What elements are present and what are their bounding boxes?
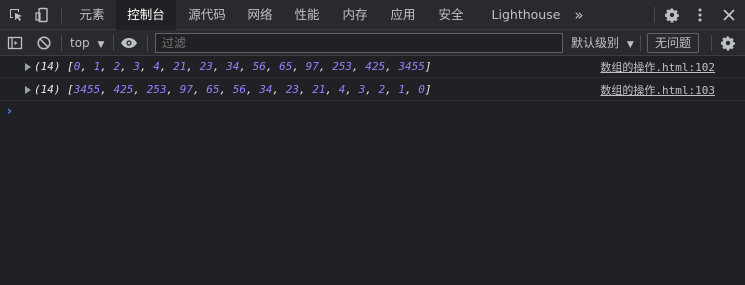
- tab-memory[interactable]: 内存: [333, 0, 377, 30]
- array-separator: ,: [385, 60, 399, 73]
- array-separator: ,: [365, 83, 379, 96]
- clear-console-icon[interactable]: [35, 34, 53, 52]
- array-length: (14): [34, 60, 68, 73]
- console-settings-gear-icon[interactable]: [719, 34, 737, 52]
- tab-performance[interactable]: 性能: [285, 0, 329, 30]
- array-separator: ,: [186, 60, 200, 73]
- close-icon[interactable]: [720, 6, 738, 24]
- array-separator: ,: [166, 83, 180, 96]
- array-bracket: [: [67, 60, 74, 73]
- array-value: 4: [153, 60, 160, 73]
- array-separator: ,: [325, 83, 339, 96]
- array-separator: ,: [345, 83, 359, 96]
- array-value: 56: [232, 83, 246, 96]
- array-separator: ,: [100, 60, 114, 73]
- settings-gear-icon[interactable]: [663, 6, 681, 24]
- array-separator: ,: [239, 60, 253, 73]
- array-separator: ,: [159, 60, 174, 73]
- chevron-down-icon: ▼: [626, 40, 634, 50]
- console-prompt-icon[interactable]: ›: [7, 104, 12, 118]
- more-options-icon[interactable]: [691, 6, 709, 24]
- array-bracket: ]: [424, 83, 432, 96]
- array-length: (14): [34, 83, 68, 96]
- tab-lighthouse[interactable]: Lighthouse: [486, 0, 566, 30]
- array-value: 3455: [398, 60, 425, 73]
- array-value: 23: [199, 60, 213, 73]
- array-value: 1: [398, 83, 405, 96]
- context-select[interactable]: top ▼: [70, 34, 104, 52]
- array-separator: ,: [133, 83, 147, 96]
- array-value: 34: [259, 83, 273, 96]
- array-bracket: ]: [424, 60, 432, 73]
- array-value: 23: [285, 83, 299, 96]
- live-expression-eye-icon[interactable]: [120, 34, 138, 52]
- expand-triangle-icon[interactable]: [25, 86, 31, 94]
- array-preview[interactable]: (14) [3455, 425, 253, 97, 65, 56, 34, 23…: [34, 83, 432, 96]
- array-value: 3: [133, 60, 140, 73]
- array-separator: ,: [246, 83, 260, 96]
- array-value: 425: [365, 60, 386, 73]
- array-separator: ,: [318, 60, 333, 73]
- array-separator: ,: [405, 83, 419, 96]
- array-separator: ,: [385, 83, 399, 96]
- array-separator: ,: [265, 60, 280, 73]
- array-separator: ,: [272, 83, 286, 96]
- array-value: 56: [252, 60, 266, 73]
- console-message: (14) [0, 1, 2, 3, 4, 21, 23, 34, 56, 65,…: [0, 56, 745, 78]
- source-link[interactable]: 数组的操作.html:103: [600, 82, 715, 98]
- expand-triangle-icon[interactable]: [25, 63, 31, 71]
- device-toolbar-icon[interactable]: [33, 6, 51, 24]
- array-separator: ,: [352, 60, 366, 73]
- array-value: 253: [332, 60, 352, 73]
- tab-network[interactable]: 网络: [238, 0, 282, 30]
- toolbar-divider: [61, 7, 62, 23]
- toolbar-divider: [61, 35, 62, 51]
- array-separator: ,: [193, 83, 207, 96]
- array-value: 425: [113, 83, 134, 96]
- array-value: 21: [312, 83, 326, 96]
- array-value: 65: [206, 83, 220, 96]
- chevron-down-icon: ▼: [97, 40, 105, 50]
- array-value: 65: [279, 60, 293, 73]
- array-value: 97: [179, 83, 193, 96]
- log-level-value: 默认级别: [571, 36, 620, 50]
- toolbar-divider: [654, 7, 655, 23]
- tab-application[interactable]: 应用: [381, 0, 425, 30]
- issues-button[interactable]: 无问题: [647, 33, 699, 53]
- array-separator: ,: [219, 83, 233, 96]
- array-value: 3455: [73, 83, 101, 96]
- toolbar-divider: [147, 35, 148, 51]
- array-separator: ,: [292, 60, 306, 73]
- array-value: 97: [305, 60, 319, 73]
- tab-sources[interactable]: 源代码: [178, 0, 236, 30]
- more-tabs-button[interactable]: »: [568, 0, 590, 30]
- array-separator: ,: [120, 60, 134, 73]
- array-value: 253: [146, 83, 167, 96]
- array-value: 0: [418, 83, 425, 96]
- inspect-element-icon[interactable]: [7, 6, 25, 24]
- tab-console[interactable]: 控制台: [116, 0, 176, 31]
- log-level-select[interactable]: 默认级别 ▼: [571, 34, 634, 52]
- filter-input[interactable]: [155, 33, 563, 53]
- context-select-value: top: [70, 36, 90, 50]
- tab-elements[interactable]: 元素: [69, 0, 115, 30]
- array-preview[interactable]: (14) [0, 1, 2, 3, 4, 21, 23, 34, 56, 65,…: [34, 60, 432, 73]
- array-bracket: [: [67, 83, 74, 96]
- toolbar-divider: [640, 35, 641, 51]
- toolbar-divider: [711, 35, 712, 51]
- array-separator: ,: [140, 60, 154, 73]
- array-separator: ,: [100, 83, 114, 96]
- console-toolbar: top ▼ 默认级别 ▼ 无问题: [0, 30, 745, 56]
- array-value: 21: [173, 60, 187, 73]
- tab-security[interactable]: 安全: [428, 0, 474, 30]
- console-message: (14) [3455, 425, 253, 97, 65, 56, 34, 23…: [0, 79, 745, 101]
- array-separator: ,: [212, 60, 227, 73]
- toolbar-divider: [113, 35, 114, 51]
- source-link[interactable]: 数组的操作.html:102: [600, 59, 715, 75]
- array-separator: ,: [299, 83, 313, 96]
- sidebar-toggle-icon[interactable]: [6, 34, 24, 52]
- array-separator: ,: [80, 60, 94, 73]
- array-value: 34: [226, 60, 240, 73]
- devtools-tab-bar: 元素 控制台 源代码 网络 性能 内存 应用 安全 Lighthouse »: [0, 0, 745, 31]
